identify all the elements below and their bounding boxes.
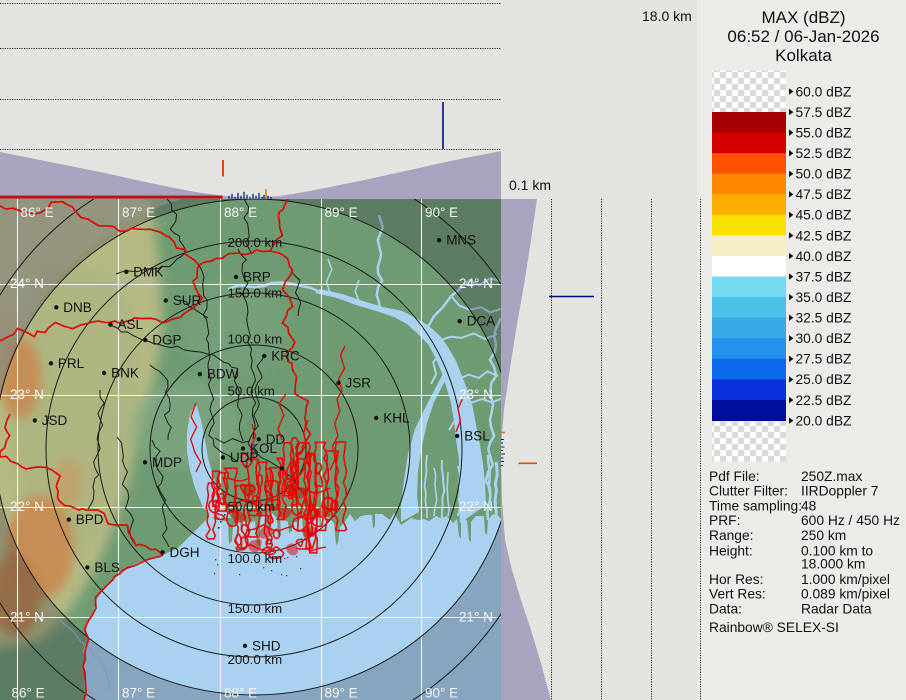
svg-text:89° E: 89° E [325, 205, 358, 220]
svg-text:24° N: 24° N [10, 276, 44, 291]
svg-text:60.0 dBZ: 60.0 dBZ [796, 84, 852, 99]
svg-text:SUR: SUR [173, 293, 202, 308]
svg-text:BSL: BSL [464, 428, 490, 443]
svg-text:90° E: 90° E [425, 205, 458, 220]
svg-text:18.000 km: 18.000 km [801, 557, 865, 572]
svg-text:18.0 km: 18.0 km [642, 8, 692, 24]
svg-text:BRP: BRP [243, 270, 271, 285]
svg-text:86° E: 86° E [12, 686, 45, 700]
svg-text:BNK: BNK [111, 366, 139, 381]
svg-text:37.5 dBZ: 37.5 dBZ [796, 269, 852, 284]
svg-text:50.0 km: 50.0 km [228, 499, 275, 514]
svg-text:89° E: 89° E [325, 686, 358, 700]
svg-text:Rainbow® SELEX-SI: Rainbow® SELEX-SI [709, 620, 839, 635]
svg-text:35.0 dBZ: 35.0 dBZ [796, 290, 852, 305]
svg-text:40.0 dBZ: 40.0 dBZ [796, 249, 852, 264]
svg-text:22° N: 22° N [10, 499, 44, 514]
svg-text:KHL: KHL [383, 411, 410, 426]
svg-text:1.000 km/pixel: 1.000 km/pixel [801, 572, 890, 587]
svg-text:32.5 dBZ: 32.5 dBZ [796, 311, 852, 326]
svg-text:100.0 km: 100.0 km [228, 551, 283, 566]
svg-text:Range:: Range: [709, 528, 754, 543]
svg-text:50.0 dBZ: 50.0 dBZ [796, 167, 852, 182]
svg-text:PRL: PRL [58, 356, 85, 371]
svg-text:Data:: Data: [709, 601, 742, 616]
svg-text:200.0 km: 200.0 km [228, 652, 283, 667]
svg-text:27.5 dBZ: 27.5 dBZ [796, 352, 852, 367]
svg-text:250Z.max: 250Z.max [801, 469, 862, 484]
svg-text:MDP: MDP [152, 455, 182, 470]
svg-text:250 km: 250 km [801, 528, 846, 543]
svg-text:DGH: DGH [170, 545, 200, 560]
svg-text:24° N: 24° N [459, 276, 493, 291]
svg-text:22° N: 22° N [459, 499, 493, 514]
svg-text:23° N: 23° N [459, 387, 493, 402]
svg-text:87° E: 87° E [122, 686, 155, 700]
svg-text:MAX (dBZ): MAX (dBZ) [761, 8, 845, 27]
svg-text:45.0 dBZ: 45.0 dBZ [796, 208, 852, 223]
svg-text:DCA: DCA [467, 314, 496, 329]
svg-text:30.0 dBZ: 30.0 dBZ [796, 331, 852, 346]
svg-text:Kolkata: Kolkata [775, 46, 832, 65]
svg-text:06:52 / 06-Jan-2026: 06:52 / 06-Jan-2026 [727, 27, 879, 46]
svg-text:50.0 km: 50.0 km [228, 384, 275, 399]
svg-text:PRF:: PRF: [709, 513, 740, 528]
svg-text:42.5 dBZ: 42.5 dBZ [796, 228, 852, 243]
svg-text:Hor Res:: Hor Res: [709, 572, 763, 587]
svg-text:DGP: DGP [152, 333, 181, 348]
svg-text:25.0 dBZ: 25.0 dBZ [796, 372, 852, 387]
svg-text:SHD: SHD [252, 638, 281, 653]
svg-text:Height:: Height: [709, 543, 753, 558]
svg-text:150.0 km: 150.0 km [228, 286, 283, 301]
svg-text:22.5 dBZ: 22.5 dBZ [796, 393, 852, 408]
svg-text:47.5 dBZ: 47.5 dBZ [796, 187, 852, 202]
svg-text:150.0 km: 150.0 km [228, 601, 283, 616]
svg-text:Clutter Filter:: Clutter Filter: [709, 484, 788, 499]
svg-text:BPD: BPD [76, 512, 104, 527]
svg-text:100.0 km: 100.0 km [228, 332, 283, 347]
svg-text:BLS: BLS [94, 560, 120, 575]
svg-text:Radar Data: Radar Data [801, 601, 872, 616]
svg-text:52.5 dBZ: 52.5 dBZ [796, 146, 852, 161]
svg-text:600 Hz / 450 Hz: 600 Hz / 450 Hz [801, 513, 900, 528]
svg-text:21° N: 21° N [459, 609, 493, 624]
svg-text:IIRDoppler 7: IIRDoppler 7 [801, 484, 878, 499]
svg-text:Pdf File:: Pdf File: [709, 469, 760, 484]
svg-text:90° E: 90° E [425, 686, 458, 700]
svg-text:KRC: KRC [271, 349, 300, 364]
svg-text:23° N: 23° N [10, 387, 44, 402]
svg-text:BDW: BDW [207, 367, 239, 382]
svg-text:48: 48 [801, 498, 817, 513]
svg-text:88° E: 88° E [224, 686, 257, 700]
svg-text:ASL: ASL [118, 317, 144, 332]
svg-text:Vert Res:: Vert Res: [709, 587, 766, 602]
svg-text:55.0 dBZ: 55.0 dBZ [796, 125, 852, 140]
svg-text:DNB: DNB [63, 300, 92, 315]
svg-text:87° E: 87° E [122, 205, 155, 220]
svg-text:200.0 km: 200.0 km [228, 235, 283, 250]
svg-text:Time sampling:: Time sampling: [709, 498, 802, 513]
svg-text:86° E: 86° E [21, 205, 54, 220]
svg-text:DMK: DMK [133, 264, 163, 279]
svg-text:21° N: 21° N [10, 609, 44, 624]
svg-text:57.5 dBZ: 57.5 dBZ [796, 105, 852, 120]
svg-text:0.089 km/pixel: 0.089 km/pixel [801, 587, 890, 602]
svg-text:20.0 dBZ: 20.0 dBZ [796, 413, 852, 428]
svg-text:0.1 km: 0.1 km [509, 177, 551, 193]
svg-text:JSR: JSR [346, 375, 372, 390]
svg-text:JSD: JSD [42, 413, 68, 428]
svg-text:UDP: UDP [230, 450, 259, 465]
svg-text:88° E: 88° E [224, 205, 257, 220]
svg-text:MNS: MNS [446, 233, 476, 248]
